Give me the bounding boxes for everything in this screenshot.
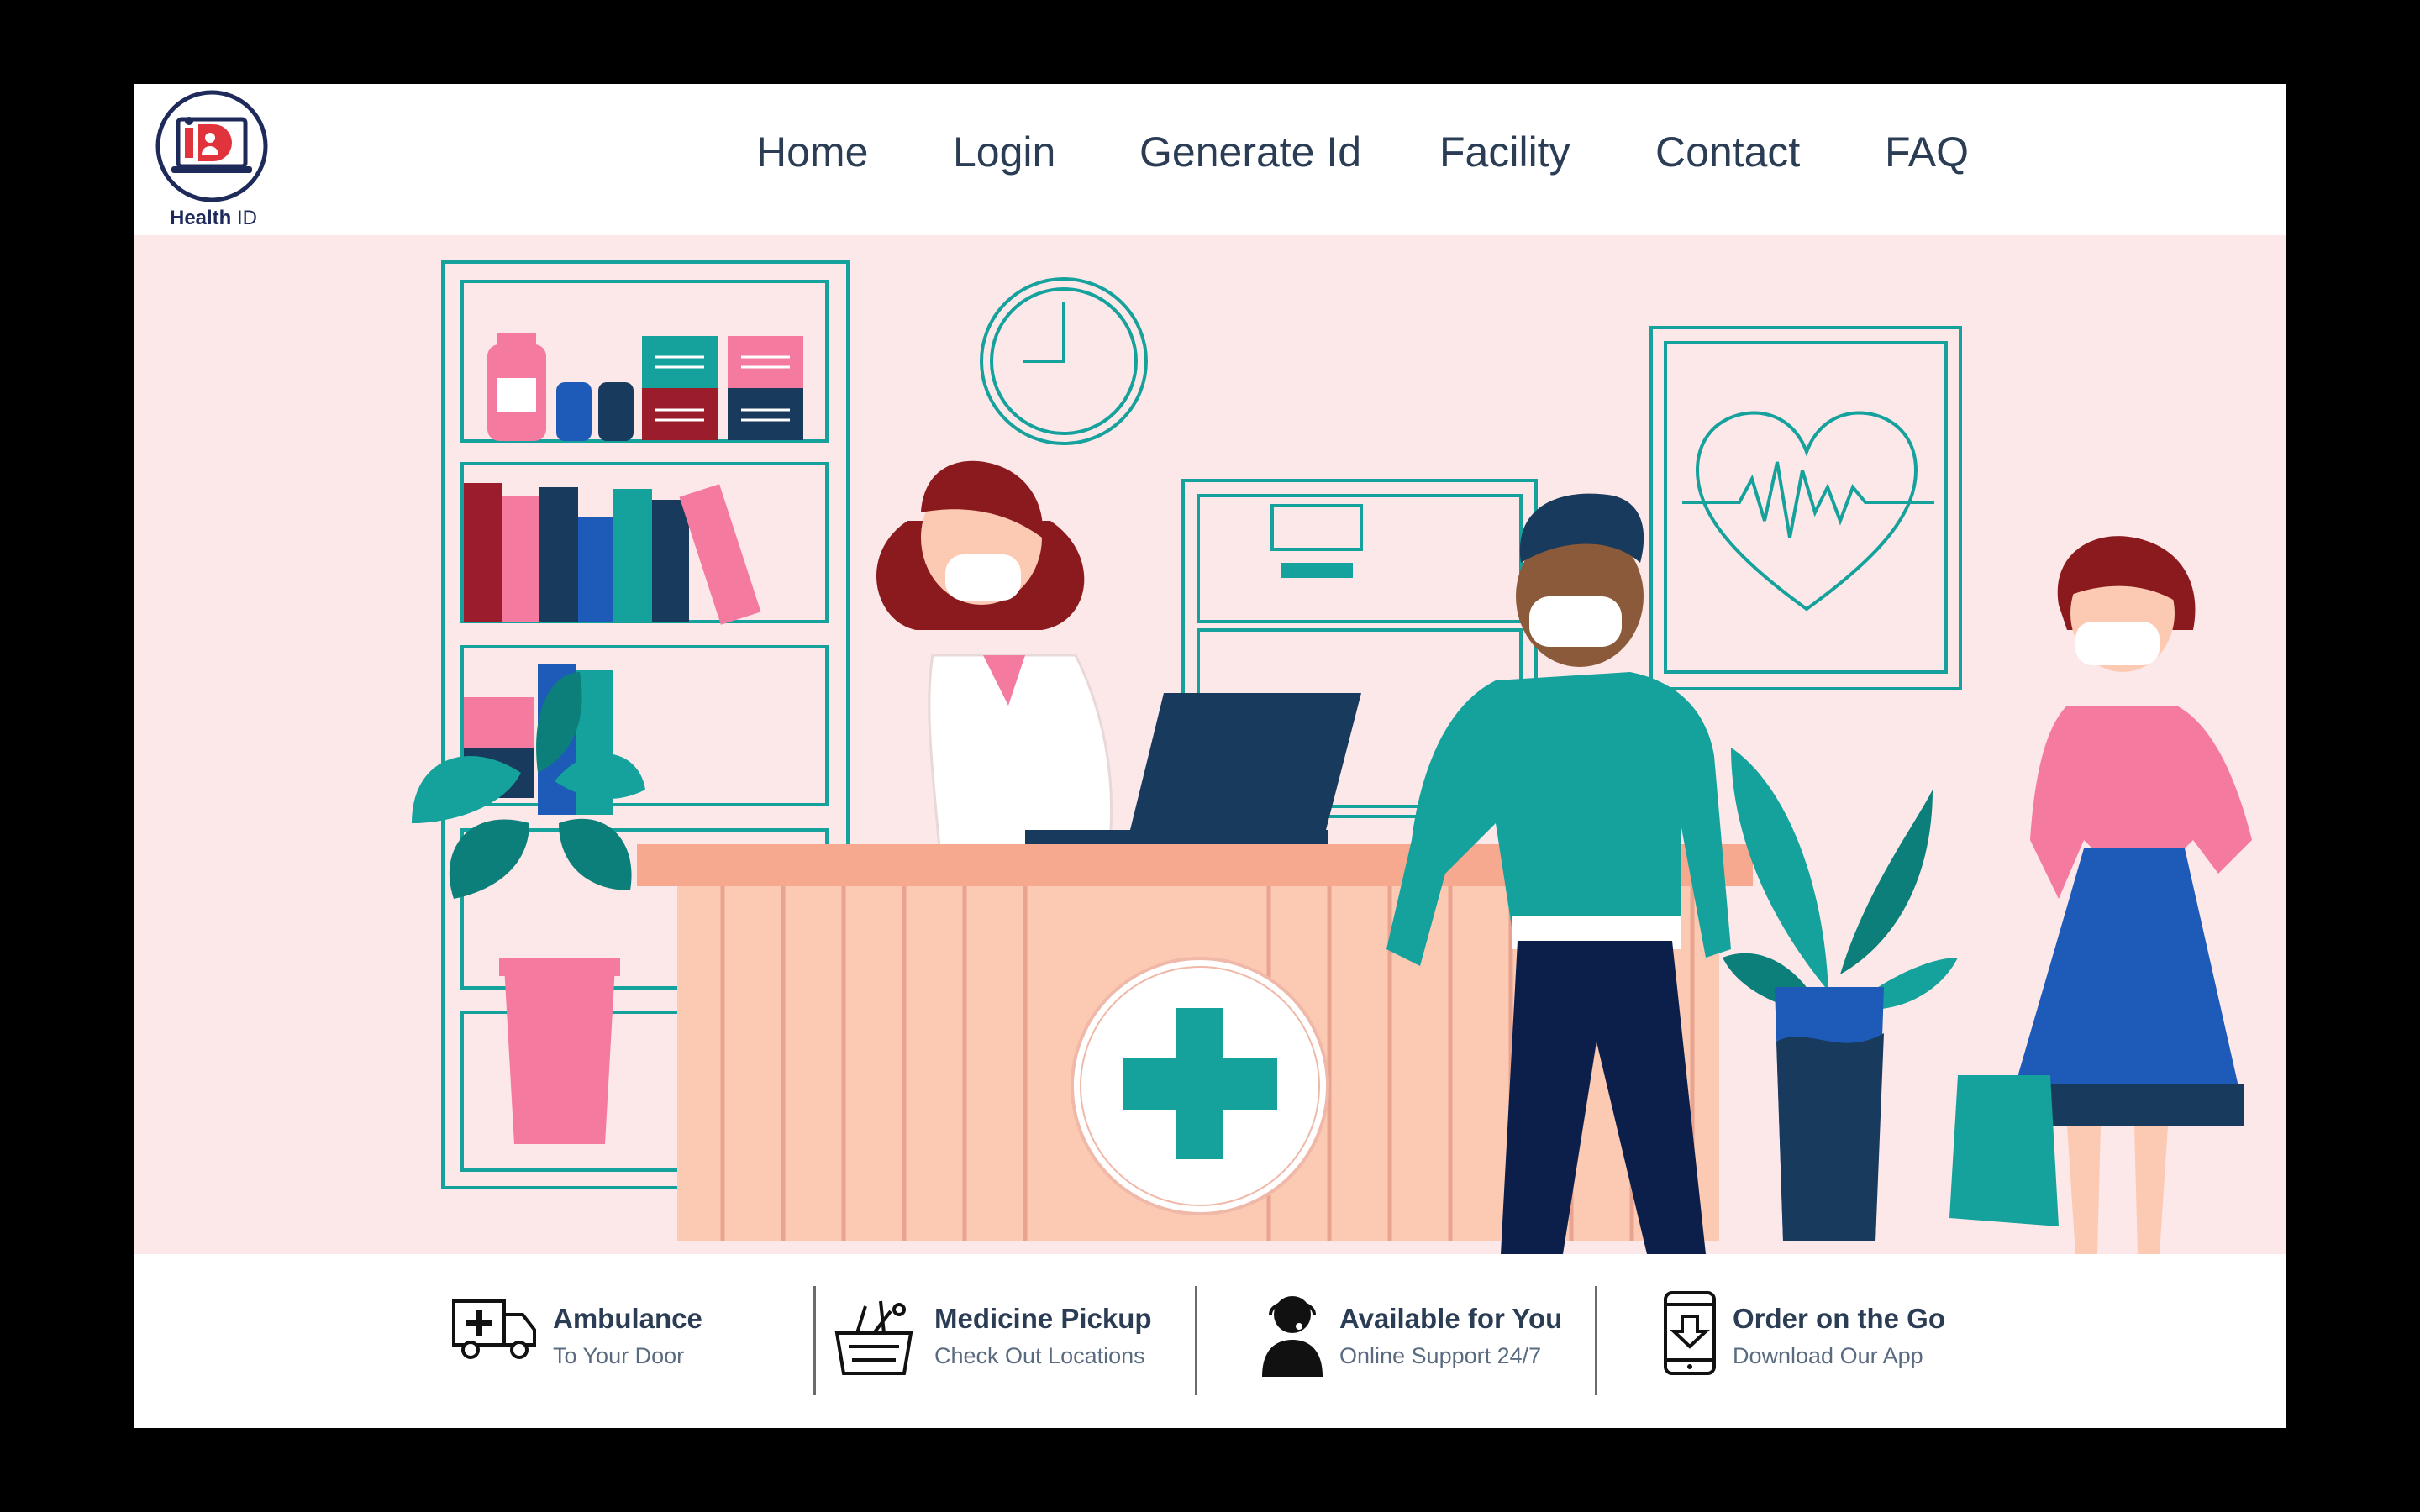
health-id-logo-icon bbox=[155, 90, 268, 202]
features-bar: Ambulance To Your Door Medicine Pickup C… bbox=[134, 1254, 2286, 1428]
feature-subtitle: Download Our App bbox=[1733, 1343, 1923, 1368]
heart-monitor-frame bbox=[1649, 326, 1962, 690]
phone-download-icon bbox=[1664, 1291, 1716, 1375]
feature-title: Available for You bbox=[1339, 1303, 1563, 1334]
nav-faq[interactable]: FAQ bbox=[1885, 128, 1969, 176]
feature-divider bbox=[813, 1286, 816, 1395]
nav-contact[interactable]: Contact bbox=[1655, 128, 1800, 176]
feature-subtitle: Online Support 24/7 bbox=[1339, 1343, 1542, 1368]
feature-ambulance[interactable]: Ambulance To Your Door bbox=[450, 1294, 702, 1395]
shelf-jars bbox=[487, 333, 803, 441]
feature-order-on-the-go[interactable]: Order on the Go Download Our App bbox=[1662, 1291, 2015, 1395]
feature-subtitle: To Your Door bbox=[553, 1343, 685, 1368]
right-potted-plant bbox=[1723, 748, 1958, 1241]
feature-title: Order on the Go bbox=[1733, 1303, 1946, 1334]
nav-generate-id[interactable]: Generate Id bbox=[1139, 128, 1361, 176]
feature-title: Medicine Pickup bbox=[934, 1303, 1152, 1334]
nav-login[interactable]: Login bbox=[953, 128, 1055, 176]
header: Health ID Home Login Generate Id Facilit… bbox=[134, 84, 2286, 235]
feature-divider bbox=[1195, 1286, 1197, 1395]
ambulance-icon bbox=[452, 1299, 536, 1359]
medicine-basket-icon bbox=[834, 1300, 913, 1375]
reception-illustration: #leaves bbox=[412, 260, 2252, 1254]
logo-text: Health ID bbox=[169, 207, 258, 229]
wall-clock bbox=[980, 277, 1148, 445]
feature-title: Ambulance bbox=[553, 1303, 702, 1334]
logo[interactable]: Health ID bbox=[145, 87, 279, 239]
receptionist bbox=[876, 460, 1113, 850]
hero-banner: #leaves bbox=[134, 235, 2286, 1254]
page: Health ID Home Login Generate Id Facilit… bbox=[134, 84, 2286, 1428]
female-patient bbox=[1949, 536, 2252, 1254]
nav-home[interactable]: Home bbox=[756, 128, 868, 176]
support-agent-icon bbox=[1262, 1296, 1323, 1377]
feature-subtitle: Check Out Locations bbox=[934, 1343, 1145, 1368]
feature-divider bbox=[1595, 1286, 1597, 1395]
nav-facility[interactable]: Facility bbox=[1439, 128, 1570, 176]
feature-available-for-you[interactable]: Available for You Online Support 24/7 bbox=[1257, 1294, 1610, 1395]
